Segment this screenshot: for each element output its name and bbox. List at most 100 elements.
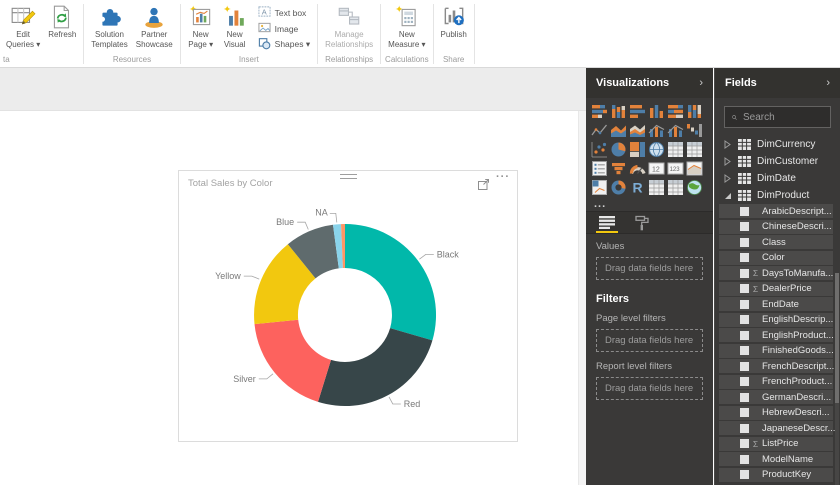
more-visuals-button[interactable]: ... <box>586 198 713 211</box>
arcgis-map-icon[interactable] <box>686 179 703 196</box>
collapse-panel-icon[interactable]: › <box>699 77 703 89</box>
format-tab[interactable] <box>635 212 649 233</box>
line-clustered-column-chart-icon[interactable] <box>667 122 684 139</box>
focus-mode-icon[interactable] <box>478 177 490 188</box>
field-item-finishedgoods-[interactable]: FinishedGoods... <box>719 344 833 358</box>
fields-well-tab[interactable] <box>599 212 615 233</box>
visual-container[interactable]: Total Sales by Color ··· BlackRedSilverY… <box>178 170 518 442</box>
field-item-chinesedescri-[interactable]: ChineseDescri... <box>719 220 833 234</box>
shapes-button[interactable]: Shapes ▾ <box>258 38 310 51</box>
100-stacked-bar-chart-icon[interactable] <box>667 103 684 120</box>
field-item-englishproduct-[interactable]: EnglishProduct... <box>719 328 833 342</box>
field-checkbox[interactable] <box>740 393 749 402</box>
area-chart-icon[interactable] <box>610 122 627 139</box>
field-checkbox[interactable] <box>740 331 749 340</box>
field-checkbox[interactable] <box>740 238 749 247</box>
field-checkbox[interactable] <box>740 424 749 433</box>
search-input[interactable] <box>743 112 823 123</box>
expand-icon[interactable] <box>724 140 732 149</box>
pie-chart-icon[interactable] <box>610 141 627 158</box>
page-filters-drop-zone[interactable]: Drag data fields here <box>596 329 703 352</box>
field-checkbox[interactable] <box>740 346 749 355</box>
field-checkbox[interactable] <box>740 439 749 448</box>
field-table-dimcustomer[interactable]: DimCustomer <box>715 153 840 170</box>
new-page-button[interactable]: ✦NewPage ▾ <box>184 0 218 50</box>
waterfall-chart-icon[interactable] <box>686 122 703 139</box>
field-checkbox[interactable] <box>740 222 749 231</box>
edit-queries-button[interactable]: EditQueries ▾ <box>2 0 44 50</box>
collapse-fields-panel-icon[interactable]: › <box>826 77 830 89</box>
clustered-bar-chart-icon[interactable] <box>629 103 646 120</box>
field-checkbox[interactable] <box>740 207 749 216</box>
gauge-icon[interactable] <box>629 160 646 177</box>
visual-drag-handle[interactable] <box>340 174 357 179</box>
donut-slice-red[interactable] <box>318 328 432 406</box>
field-checkbox[interactable] <box>740 470 749 479</box>
field-checkbox[interactable] <box>740 455 749 464</box>
donut-slice-silver[interactable] <box>255 320 332 402</box>
field-item-frenchproduct-[interactable]: FrenchProduct... <box>719 375 833 389</box>
collapse-icon[interactable] <box>724 192 732 200</box>
stacked-bar-chart-icon[interactable] <box>591 103 608 120</box>
refresh-button[interactable]: Refresh <box>44 0 80 40</box>
clustered-column-chart-icon[interactable] <box>648 103 665 120</box>
kpi-icon[interactable] <box>686 160 703 177</box>
fields-search-box[interactable] <box>724 106 831 128</box>
expand-icon[interactable] <box>724 157 732 166</box>
field-checkbox[interactable] <box>740 408 749 417</box>
field-item-listprice[interactable]: ΣListPrice <box>719 437 833 451</box>
field-item-frenchdescript-[interactable]: FrenchDescript... <box>719 359 833 373</box>
table-2-icon[interactable] <box>648 179 665 196</box>
field-item-productkey[interactable]: ProductKey <box>719 468 833 482</box>
field-table-dimproduct[interactable]: DimProduct <box>715 187 840 204</box>
expand-icon[interactable] <box>724 174 732 183</box>
field-item-color[interactable]: Color <box>719 251 833 265</box>
publish-button[interactable]: Publish <box>437 0 471 40</box>
partner-showcase-button[interactable]: PartnerShowcase <box>132 0 177 50</box>
new-measure-button[interactable]: ✦NewMeasure ▾ <box>384 0 429 50</box>
field-item-englishdescrip-[interactable]: EnglishDescrip... <box>719 313 833 327</box>
fields-scrollbar-thumb[interactable] <box>835 273 839 403</box>
field-item-enddate[interactable]: EndDate <box>719 297 833 311</box>
report-filters-drop-zone[interactable]: Drag data fields here <box>596 377 703 400</box>
field-item-daystomanufa-[interactable]: ΣDaysToManufa... <box>719 266 833 280</box>
kpi-flag-icon[interactable] <box>591 179 608 196</box>
donut-chart-icon[interactable] <box>610 179 627 196</box>
values-drop-zone[interactable]: Drag data fields here <box>596 257 703 280</box>
field-checkbox[interactable] <box>740 300 749 309</box>
new-visual-button[interactable]: ✦NewVisual <box>218 0 252 50</box>
stacked-column-chart-icon[interactable] <box>610 103 627 120</box>
funnel-chart-icon[interactable] <box>610 160 627 177</box>
table-icon[interactable] <box>667 141 684 158</box>
field-checkbox[interactable] <box>740 377 749 386</box>
field-item-germandescri-[interactable]: GermanDescri... <box>719 390 833 404</box>
card-icon[interactable]: 12 <box>648 160 665 177</box>
image-button[interactable]: Image <box>258 22 310 35</box>
canvas-scrollbar[interactable] <box>578 111 586 485</box>
treemap-icon[interactable] <box>629 141 646 158</box>
scatter-chart-icon[interactable] <box>591 141 608 158</box>
field-item-dealerprice[interactable]: ΣDealerPrice <box>719 282 833 296</box>
field-item-class[interactable]: Class <box>719 235 833 249</box>
field-item-japanesedescr-[interactable]: JapaneseDescr... <box>719 421 833 435</box>
field-item-arabicdescript-[interactable]: ArabicDescript... <box>719 204 833 218</box>
field-table-dimcurrency[interactable]: DimCurrency <box>715 136 840 153</box>
donut-slice-black[interactable] <box>345 224 436 340</box>
field-checkbox[interactable] <box>740 362 749 371</box>
r-script-visual-icon[interactable]: R <box>629 179 646 196</box>
solution-templates-button[interactable]: SolutionTemplates <box>87 0 131 50</box>
donut-chart[interactable]: BlackRedSilverYellowBlueNA <box>179 190 517 440</box>
field-item-modelname[interactable]: ModelName <box>719 452 833 466</box>
line-chart-icon[interactable] <box>591 122 608 139</box>
visual-more-options[interactable]: ··· <box>496 171 510 183</box>
field-table-dimdate[interactable]: DimDate <box>715 170 840 187</box>
fields-scrollbar[interactable] <box>835 273 839 485</box>
100-stacked-column-chart-icon[interactable] <box>686 103 703 120</box>
multi-row-card-icon[interactable]: 123 <box>667 160 684 177</box>
slicer-icon[interactable] <box>591 160 608 177</box>
stacked-area-chart-icon[interactable] <box>629 122 646 139</box>
field-checkbox[interactable] <box>740 269 749 278</box>
manage-relationships-button[interactable]: ManageRelationships <box>321 0 377 50</box>
line-stacked-column-chart-icon[interactable] <box>648 122 665 139</box>
field-checkbox[interactable] <box>740 253 749 262</box>
